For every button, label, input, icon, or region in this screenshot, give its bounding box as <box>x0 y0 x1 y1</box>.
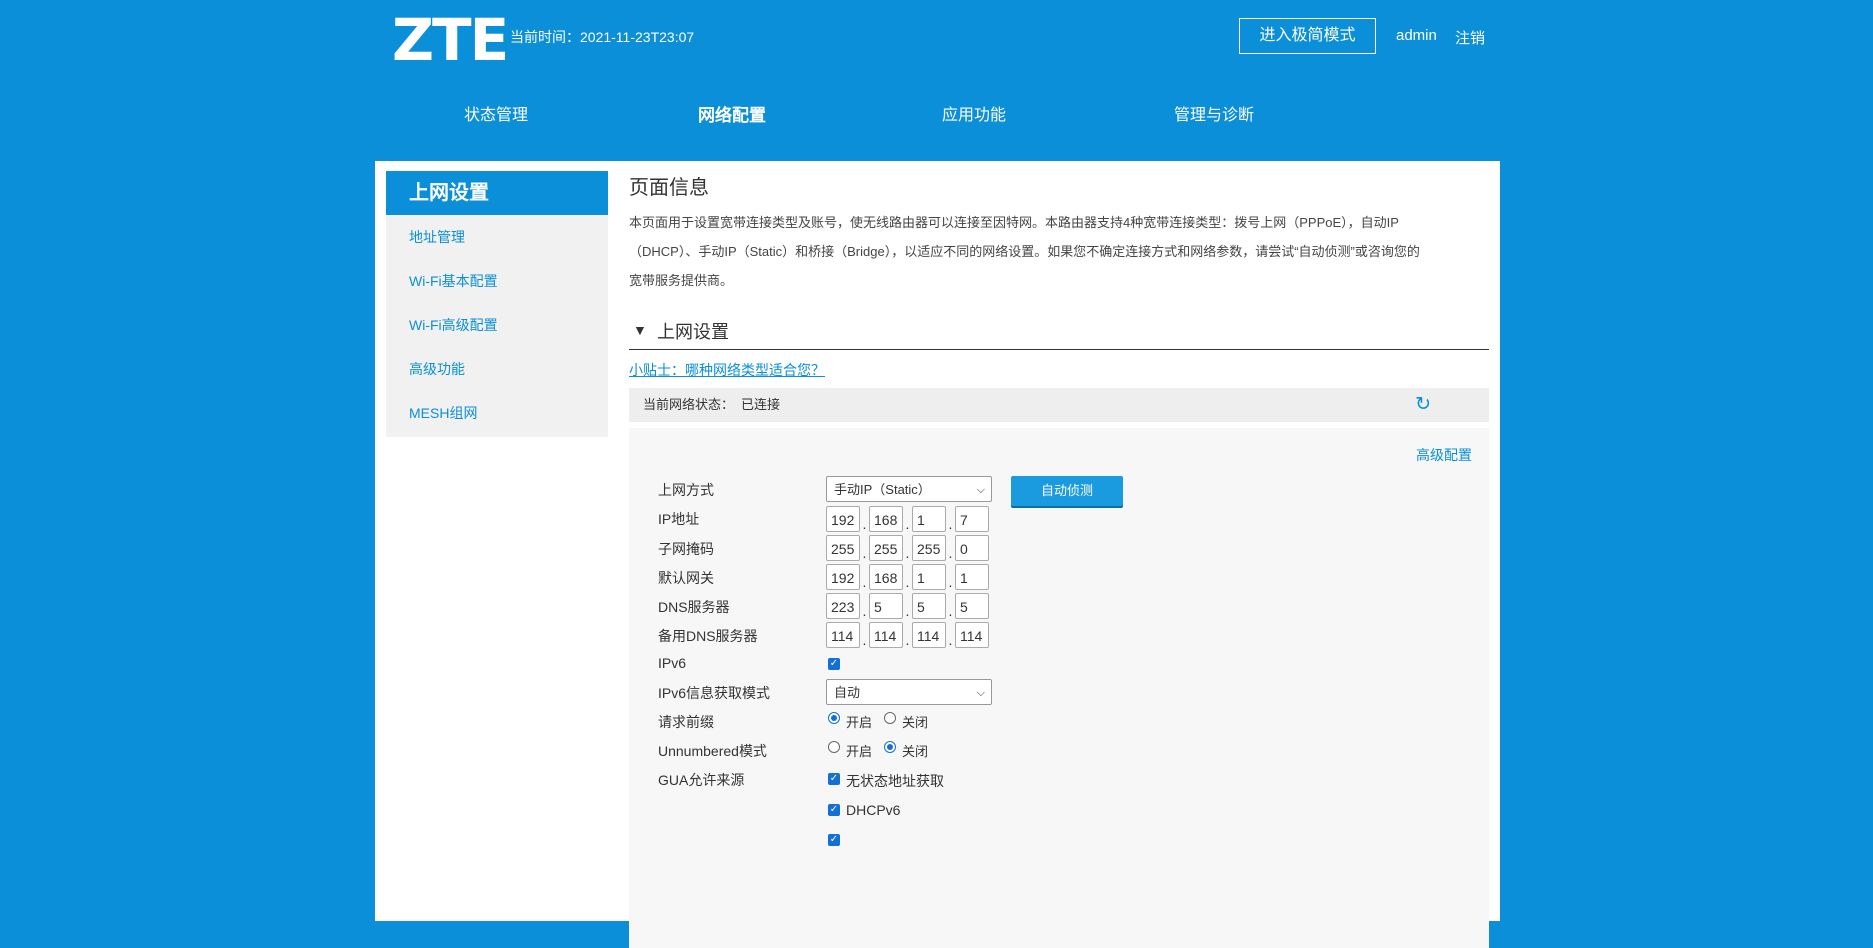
zte-logo: ZTE <box>392 6 509 74</box>
dns-octet-2[interactable]: 5 <box>869 593 903 619</box>
desc-line-1: 本页面用于设置宽带连接类型及账号，使无线路由器可以连接至因特网。本路由器支持4种… <box>629 215 1399 230</box>
dns2-octet-1[interactable]: 114 <box>826 622 860 648</box>
sidebar-item-wifi-basic[interactable]: Wi-Fi基本配置 <box>386 259 608 303</box>
ip-address-field: 192. 168. 1. 7 <box>826 506 989 532</box>
dns-octet-4[interactable]: 5 <box>955 593 989 619</box>
network-status-bar: 当前网络状态： 已连接 ↻ <box>629 388 1489 422</box>
mask-octet-3[interactable]: 255 <box>912 535 946 561</box>
page-description: 本页面用于设置宽带连接类型及账号，使无线路由器可以连接至因特网。本路由器支持4种… <box>629 208 1489 295</box>
dns-octet-1[interactable]: 223 <box>826 593 860 619</box>
simple-mode-button[interactable]: 进入极简模式 <box>1239 18 1376 54</box>
dns2-octet-4[interactable]: 114 <box>955 622 989 648</box>
unnumbered-on-label: 开启 <box>846 744 873 759</box>
desc-line-3: 宽带服务提供商。 <box>629 273 734 288</box>
status-label: 当前网络状态： <box>643 397 735 412</box>
gateway-label: 默认网关 <box>658 570 714 586</box>
prefix-label: 请求前缀 <box>658 714 714 730</box>
dns-label: DNS服务器 <box>658 599 730 615</box>
sidebar-item-address[interactable]: 地址管理 <box>386 215 608 259</box>
ipv6-label: IPv6 <box>658 655 687 671</box>
top-header: ZTE 当前时间：2021-11-23T23:07 进入极简模式 admin 注… <box>0 0 1873 160</box>
conn-type-label: 上网方式 <box>658 482 714 498</box>
collapse-triangle-icon[interactable]: ▼ <box>633 322 647 338</box>
dns2-field: 114. 114. 114. 114 <box>826 622 989 648</box>
ip-octet-1[interactable]: 192 <box>826 506 860 532</box>
chevron-down-icon: ⌵ <box>976 484 985 496</box>
ip-label: IP地址 <box>658 511 700 527</box>
gua-slaac-checkbox[interactable]: ✓ <box>828 773 840 785</box>
sidebar-item-mesh[interactable]: MESH组网 <box>386 391 608 435</box>
ipv6-checkbox[interactable]: ✓ <box>828 658 840 670</box>
conn-type-value: 手动IP（Static） <box>834 482 931 497</box>
ip-octet-2[interactable]: 168 <box>869 506 903 532</box>
dns-octet-3[interactable]: 5 <box>912 593 946 619</box>
mask-octet-4[interactable]: 0 <box>955 535 989 561</box>
ip-octet-4[interactable]: 7 <box>955 506 989 532</box>
gua-label: GUA允许来源 <box>658 772 745 788</box>
tip-link[interactable]: 小贴士：哪种网络类型适合您？ <box>629 360 1489 380</box>
sidebar: 上网设置 地址管理 Wi-Fi基本配置 Wi-Fi高级配置 高级功能 MESH组… <box>386 171 608 437</box>
desc-line-2: （DHCP）、手动IP（Static）和桥接（Bridge），以适应不同的网络设… <box>629 244 1420 259</box>
ipv6-mode-label: IPv6信息获取模式 <box>658 685 771 701</box>
dns2-octet-2[interactable]: 114 <box>869 622 903 648</box>
gateway-octet-3[interactable]: 1 <box>912 564 946 590</box>
unnumbered-off-label: 关闭 <box>902 744 929 759</box>
gateway-field: 192. 168. 1. 1 <box>826 564 989 590</box>
mask-octet-1[interactable]: 255 <box>826 535 860 561</box>
ip-octet-3[interactable]: 1 <box>912 506 946 532</box>
prefix-on-label: 开启 <box>846 715 873 730</box>
section-header[interactable]: ▼ 上网设置 <box>629 311 1489 350</box>
gua-slaac-label: 无状态地址获取 <box>846 773 944 789</box>
chevron-down-icon: ⌵ <box>976 687 985 699</box>
content: 页面信息 本页面用于设置宽带连接类型及账号，使无线路由器可以连接至因特网。本路由… <box>629 169 1489 948</box>
conn-type-select[interactable]: 手动IP（Static） ⌵ <box>826 476 992 502</box>
auto-detect-button[interactable]: 自动侦测 <box>1011 476 1123 506</box>
gua-dhcpv6-checkbox[interactable]: ✓ <box>828 804 840 816</box>
logout-link[interactable]: 注销 <box>1455 27 1485 48</box>
subnet-mask-field: 255. 255. 255. 0 <box>826 535 989 561</box>
page-title: 页面信息 <box>629 177 709 199</box>
nav-apps[interactable]: 应用功能 <box>942 101 1006 125</box>
section-title: 上网设置 <box>657 322 729 342</box>
gateway-octet-2[interactable]: 168 <box>869 564 903 590</box>
sidebar-item-advanced[interactable]: 高级功能 <box>386 347 608 391</box>
mask-octet-2[interactable]: 255 <box>869 535 903 561</box>
dns-field: 223. 5. 5. 5 <box>826 593 989 619</box>
advanced-config-link[interactable]: 高级配置 <box>1416 445 1472 465</box>
main-panel: 上网设置 地址管理 Wi-Fi基本配置 Wi-Fi高级配置 高级功能 MESH组… <box>375 161 1500 948</box>
status-value: 已连接 <box>741 397 781 412</box>
current-time: 当前时间：2021-11-23T23:07 <box>510 29 695 45</box>
mask-label: 子网掩码 <box>658 541 714 557</box>
gateway-octet-4[interactable]: 1 <box>955 564 989 590</box>
dns2-octet-3[interactable]: 114 <box>912 622 946 648</box>
user-name: admin <box>1396 27 1437 44</box>
nav-status[interactable]: 状态管理 <box>464 101 528 125</box>
wan-form: 高级配置 上网方式 手动IP（Static） ⌵ 自动侦测 IP地址 192. … <box>629 428 1489 948</box>
prefix-off-label: 关闭 <box>902 715 929 730</box>
sidebar-title[interactable]: 上网设置 <box>386 171 608 215</box>
sidebar-item-wifi-advanced[interactable]: Wi-Fi高级配置 <box>386 303 608 347</box>
unnumbered-label: Unnumbered模式 <box>658 743 767 759</box>
prefix-off-radio[interactable] <box>884 712 896 724</box>
prefix-on-radio[interactable] <box>828 712 840 724</box>
unnumbered-on-radio[interactable] <box>828 741 840 753</box>
refresh-icon[interactable]: ↻ <box>1415 395 1431 415</box>
gua-dhcpv6-label: DHCPv6 <box>846 802 901 818</box>
ipv6-mode-select[interactable]: 自动 ⌵ <box>826 679 992 705</box>
nav-network[interactable]: 网络配置 <box>698 101 766 126</box>
nav-management[interactable]: 管理与诊断 <box>1174 101 1254 125</box>
dns2-label: 备用DNS服务器 <box>658 628 758 644</box>
unnumbered-off-radio[interactable] <box>884 741 896 753</box>
ipv6-mode-value: 自动 <box>834 685 861 700</box>
gua-extra-checkbox[interactable]: ✓ <box>828 834 840 846</box>
gateway-octet-1[interactable]: 192 <box>826 564 860 590</box>
